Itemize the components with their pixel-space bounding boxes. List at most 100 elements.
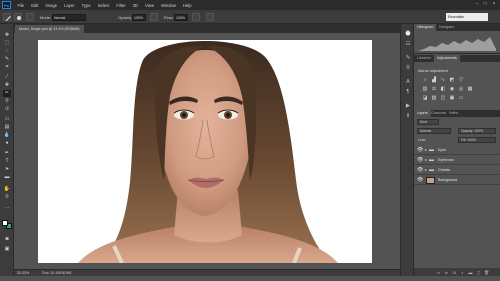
posterize-icon[interactable]: ▨ [431,95,437,101]
menu-layer[interactable]: Layer [61,3,78,8]
actions-panel-icon[interactable]: ▶ [404,102,412,110]
visibility-eye-icon[interactable]: 👁 [417,147,423,153]
clone-stamp-icon[interactable]: ⚲ [3,98,11,105]
eyedropper-icon[interactable]: ⁄ [3,74,11,81]
layer-kind-filter[interactable]: Kind [417,119,439,125]
channel-mixer-icon[interactable]: ◎ [458,86,464,92]
clone-source-icon[interactable]: ⚲ [404,64,412,72]
tab-adjustments[interactable]: Adjustments [434,55,460,62]
layer-blend-mode[interactable]: Normal [417,128,451,134]
menu-select[interactable]: Select [94,3,113,8]
quick-select-icon[interactable]: ✎ [3,56,11,63]
levels-icon[interactable]: ▟ [431,77,437,83]
brush-panel-icon[interactable] [26,13,34,21]
exposure-icon[interactable]: ◩ [449,77,455,83]
selective-color-icon[interactable]: ▣ [449,95,455,101]
crop-icon[interactable]: ⌗ [3,64,11,71]
tab-paths[interactable]: Paths [446,110,461,117]
layer-fill[interactable]: Fill: 100% [458,137,496,143]
dodge-icon[interactable]: ● [3,140,11,147]
properties-panel-icon[interactable]: ☷ [404,40,412,48]
menu-filter[interactable]: Filter [113,3,129,8]
pen-icon[interactable]: ✒ [3,150,11,157]
flow-field[interactable]: 100% [174,13,188,21]
new-layer-icon[interactable]: ▢ [476,270,481,275]
layer-opacity[interactable]: Opacity: 100% [458,128,496,134]
visibility-eye-icon[interactable]: 👁 [417,177,423,183]
menu-type[interactable]: Type [78,3,94,8]
menu-edit[interactable]: Edit [28,3,42,8]
menu-view[interactable]: View [142,3,158,8]
layer-row[interactable]: 👁 ▸ ▬ Cheeks [414,165,500,175]
black-white-icon[interactable]: ◧ [440,86,446,92]
document-tab[interactable]: Model_Single.psd @ 33.3% (RGB/8#) [15,25,84,33]
opacity-field[interactable]: 100% [132,13,146,21]
healing-icon[interactable]: ✚ [3,82,11,89]
hue-saturation-icon[interactable]: ▥ [422,86,428,92]
menu-file[interactable]: File [14,3,28,8]
menu-image[interactable]: Image [42,3,61,8]
photo-filter-icon[interactable]: ◉ [449,86,455,92]
visibility-eye-icon[interactable]: 👁 [417,167,423,173]
zoom-icon[interactable]: ⚲ [3,194,11,201]
workspace-select[interactable]: Essentials [446,13,488,21]
foreground-color-swatch[interactable] [2,220,8,226]
brightness-contrast-icon[interactable]: ☼ [422,77,428,83]
gradient-map-icon[interactable]: ▭ [458,95,464,101]
document-canvas[interactable] [38,40,372,263]
trash-icon[interactable]: 🗑 [484,270,489,275]
marquee-icon[interactable]: ⬚ [3,40,11,47]
character-panel-icon[interactable]: A [404,78,412,86]
path-select-icon[interactable]: ➤ [3,166,11,173]
new-group-icon[interactable]: ▬ [468,270,473,275]
layer-style-icon[interactable]: fx [444,270,449,275]
visibility-eye-icon[interactable]: 👁 [417,157,423,163]
close-icon[interactable]: × [491,2,497,7]
brush-size-icon[interactable] [14,13,22,21]
color-balance-icon[interactable]: ⚖ [431,86,437,92]
zoom-level[interactable]: 33.33% [17,271,29,275]
move-icon[interactable]: ✥ [3,32,11,39]
history-brush-icon[interactable]: ↺ [3,106,11,113]
tab-navigator[interactable]: Navigator [436,24,457,31]
history-panel-icon[interactable]: ⌚ [404,30,412,38]
adjustment-layer-icon[interactable]: ◐ [460,270,465,275]
tab-histogram[interactable]: Histogram [414,24,437,31]
hand-icon[interactable]: ✋ [3,186,11,193]
invert-icon[interactable]: ◪ [422,95,428,101]
blur-icon[interactable]: 💧 [3,132,11,139]
color-lookup-icon[interactable]: ▦ [467,86,473,92]
brush-tool-preset-icon[interactable] [3,13,11,22]
pressure-opacity-icon[interactable] [150,13,158,21]
type-icon[interactable]: T [3,158,11,165]
info-panel-icon[interactable]: ℹ [404,112,412,120]
more-tools-icon[interactable]: … [3,204,11,211]
brush-panel-icon[interactable]: ✎ [404,54,412,62]
photoshop-logo: Ps [2,1,11,9]
brush-icon[interactable]: ✏ [3,90,11,97]
pressure-size-icon[interactable] [206,13,214,21]
lasso-icon[interactable]: ◌ [3,48,11,55]
tab-libraries[interactable]: Libraries [414,55,434,62]
paragraph-panel-icon[interactable]: ¶ [404,88,412,96]
rectangle-icon[interactable]: ▬ [3,174,11,181]
vibrance-icon[interactable]: ▽ [458,77,464,83]
eraser-icon[interactable]: ▭ [3,116,11,123]
menu-help[interactable]: Help [179,3,195,8]
quick-mask-icon[interactable]: ◙ [3,236,11,243]
menu-window[interactable]: Window [158,3,180,8]
layer-row[interactable]: 👁 Background [414,175,500,185]
curves-icon[interactable]: ∿ [440,77,446,83]
screen-mode-icon[interactable]: ▣ [3,246,11,253]
maximize-icon[interactable]: □ [482,2,488,7]
airbrush-icon[interactable] [192,13,200,21]
add-mask-icon[interactable]: ◘ [452,270,457,275]
gradient-icon[interactable]: ▤ [3,124,11,131]
layer-row[interactable]: 👁 ▸ ▬ Eyes [414,145,500,155]
menu-3d[interactable]: 3D [129,3,141,8]
mode-select[interactable]: Normal [52,13,86,21]
minimize-icon[interactable]: – [474,2,480,7]
layer-row[interactable]: 👁 ▸ ▬ Eyebrows [414,155,500,165]
link-layers-icon[interactable]: ∞ [436,270,441,275]
threshold-icon[interactable]: ◫ [440,95,446,101]
